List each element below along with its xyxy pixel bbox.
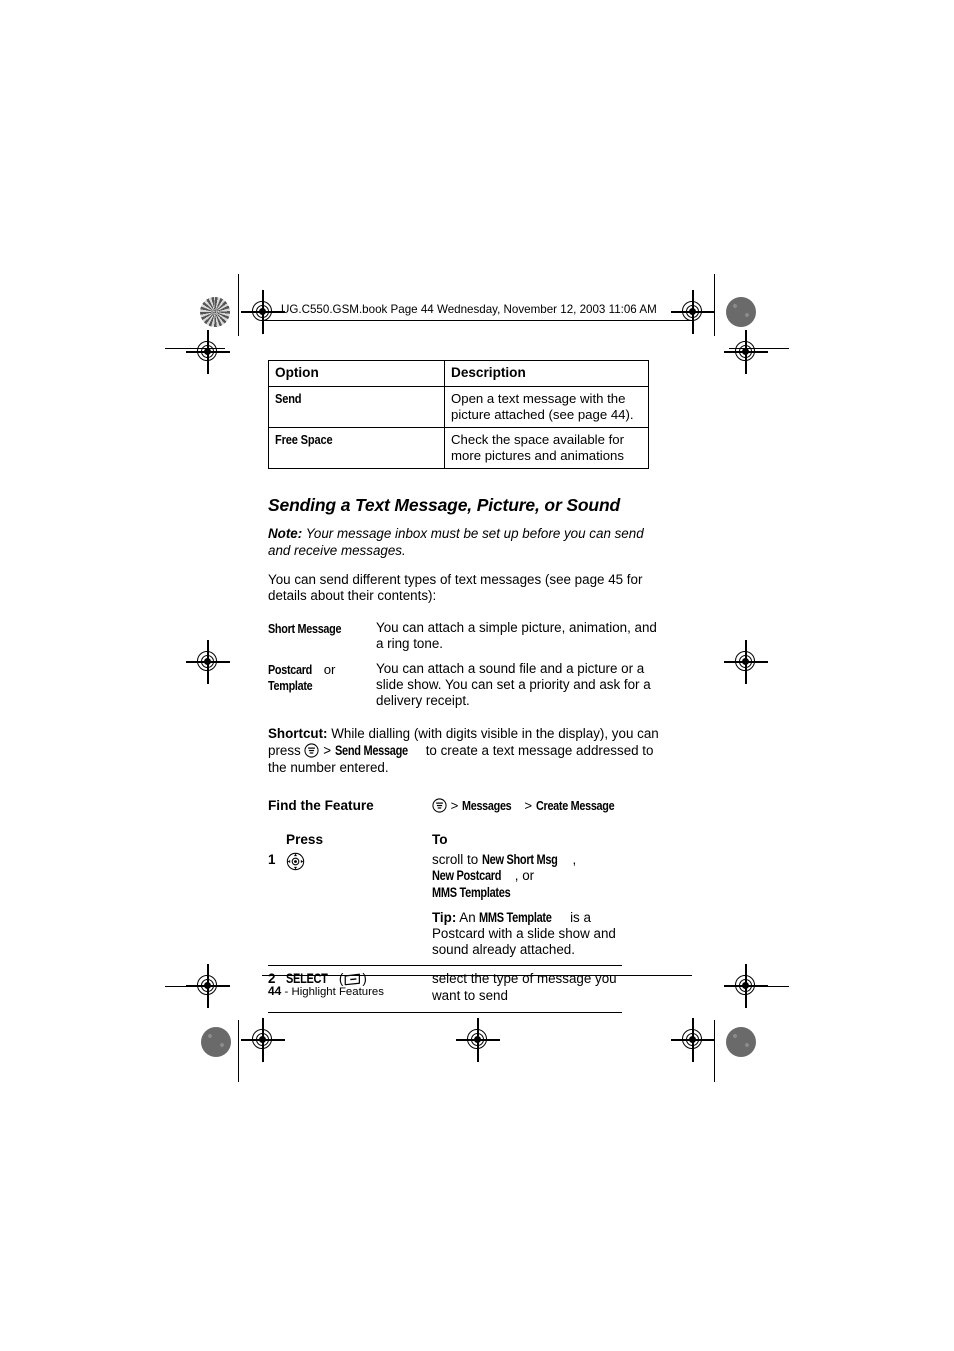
option-table-header-row: Option Description <box>268 359 649 388</box>
shortcut-separator: > <box>319 742 335 758</box>
footer-chapter: Highlight Features <box>291 986 384 998</box>
registration-mark-top-left <box>241 290 285 334</box>
to-prefix: scroll to <box>432 852 482 868</box>
registration-mark-bottom-right <box>671 1018 715 1062</box>
shortcut-paragraph: Shortcut: While dialling (with digits vi… <box>268 726 668 776</box>
to-column-header: To <box>432 832 448 848</box>
message-type-term: Short Message <box>268 620 376 652</box>
registration-mark-bottom-center <box>456 1018 500 1062</box>
halftone-circle-bottom-left <box>201 1027 231 1057</box>
registration-mark-upper-left <box>186 330 230 374</box>
step-number: 1 <box>268 852 276 868</box>
to-connector-2: , or <box>514 868 535 884</box>
path-separator-2: > <box>520 798 536 814</box>
list-item: Short Message You can attach a simple pi… <box>268 620 668 652</box>
list-item: Postcard or Template You can attach a so… <box>268 661 668 710</box>
steps-header-row: Press To <box>268 832 622 851</box>
to-term-new-short-msg: New Short Msg <box>481 852 558 868</box>
halftone-circle-bottom-right <box>726 1027 756 1057</box>
page-content: Option Description Send Open a text mess… <box>268 359 668 1013</box>
step-number-cell: 1 <box>268 851 286 966</box>
term-template: Template <box>268 677 313 693</box>
menu-key-icon <box>432 798 447 813</box>
footer-page-number: 44 <box>268 984 282 998</box>
tip-block: Tip: An MMS Template is a Postcard with … <box>432 901 622 959</box>
trim-line-upper-left-horizontal <box>165 348 225 350</box>
find-the-feature-row: Find the Feature > Messages > Create Mes… <box>268 798 668 813</box>
option-cell-free-space: Free Space <box>268 427 445 470</box>
table-row: 1 scroll to New Short Msg , New Postcard… <box>268 851 622 966</box>
description-cell-send: Open a text message with the picture att… <box>444 386 649 429</box>
menu-key-icon <box>304 743 320 758</box>
press-column-header-spacer <box>268 832 286 851</box>
term-connector: or <box>320 661 336 677</box>
trim-line-left-vertical <box>238 274 240 336</box>
option-term: Free Space <box>275 432 333 448</box>
trim-line-lower-left-horizontal <box>165 986 225 988</box>
book-header-line: UG.C550.GSM.book Page 44 Wednesday, Nove… <box>281 303 657 316</box>
option-cell-send: Send <box>268 386 445 429</box>
intro-paragraph: You can send different types of text mes… <box>268 571 643 603</box>
option-column-header: Option <box>268 359 445 388</box>
section-heading: Sending a Text Message, Picture, or Soun… <box>268 495 621 516</box>
term-postcard: Postcard <box>268 661 312 677</box>
trim-line-top-rule <box>262 320 692 322</box>
path-item-create-message: Create Message <box>535 798 615 814</box>
tip-term-mms-template: MMS Template <box>479 909 553 925</box>
note-paragraph: Note: Your message inbox must be set up … <box>268 526 668 558</box>
registration-mark-bottom-left <box>241 1018 285 1062</box>
tip-text-before: An <box>456 909 480 925</box>
trim-line-lower-right-horizontal <box>729 986 789 988</box>
step-to-cell: scroll to New Short Msg, New Postcard , or… <box>432 851 622 966</box>
page-footer: 44 - Highlight Features <box>268 984 384 998</box>
shortcut-menu-item: Send Message <box>334 742 408 758</box>
shortcut-label: Shortcut: <box>268 726 328 742</box>
find-the-feature-label: Find the Feature <box>268 798 374 814</box>
footer-separator: - <box>281 986 292 998</box>
table-row: Free Space Check the space available for… <box>268 427 649 470</box>
to-term-new-postcard: New Postcard <box>432 868 502 884</box>
find-the-feature-path: > Messages > Create Message <box>432 798 630 813</box>
registration-mark-middle-left <box>186 640 230 684</box>
note-text: Your message inbox must be set up before… <box>268 526 644 558</box>
path-separator-1: > <box>447 798 463 814</box>
page-canvas: UG.C550.GSM.book Page 44 Wednesday, Nove… <box>0 0 954 1351</box>
trim-line-bottom-left-vertical <box>238 1020 240 1082</box>
message-type-description: You can attach a sound file and a pictur… <box>376 660 651 709</box>
message-type-description: You can attach a simple picture, animati… <box>376 620 657 652</box>
halftone-circle-top-right <box>726 297 756 327</box>
tip-label: Tip: <box>432 909 457 925</box>
registration-mark-top-right <box>671 290 715 334</box>
option-term: Send <box>275 391 302 407</box>
registration-mark-upper-right <box>724 330 768 374</box>
press-column-header: Press <box>286 832 324 848</box>
path-item-messages: Messages <box>462 798 512 814</box>
term-short-message: Short Message <box>268 621 342 637</box>
trim-line-bottom-right-vertical <box>714 1020 716 1082</box>
to-term-mms-templates: MMS Templates <box>432 884 511 900</box>
table-row: Send Open a text message with the pictur… <box>268 386 649 429</box>
registration-mark-middle-right <box>724 640 768 684</box>
option-table: Option Description Send Open a text mess… <box>268 359 649 470</box>
step-to-cell: select the type of message you want to s… <box>432 965 622 1013</box>
trim-line-upper-right-horizontal <box>729 348 789 350</box>
step-key-cell <box>286 851 432 966</box>
message-type-list: Short Message You can attach a simple pi… <box>268 620 668 709</box>
message-type-term: Postcard or Template <box>268 661 376 710</box>
note-label: Note: <box>268 526 303 542</box>
description-cell-free-space: Check the space available for more pictu… <box>444 427 649 470</box>
trim-line-right-vertical <box>714 274 716 336</box>
to-connector-1: , <box>572 852 577 868</box>
description-column-header: Description <box>444 359 649 388</box>
halftone-circle-top-left <box>200 297 230 327</box>
navigation-key-icon <box>286 852 305 871</box>
